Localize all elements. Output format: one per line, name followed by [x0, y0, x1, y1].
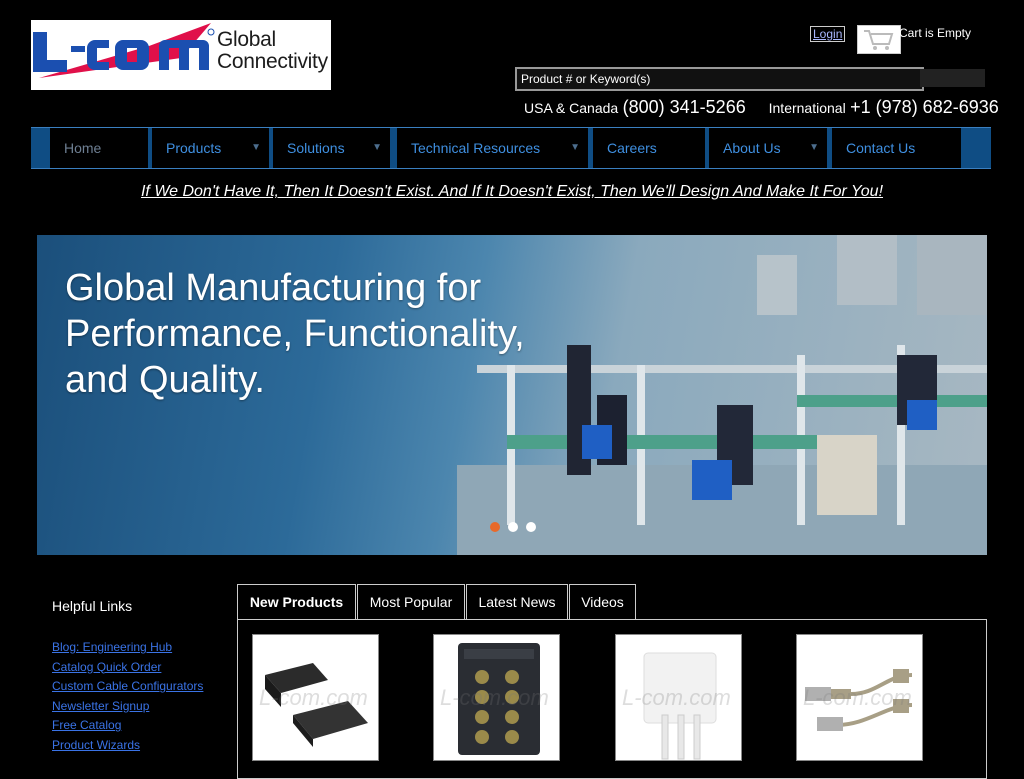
product-enclosure[interactable]: L-com.com	[252, 634, 379, 761]
nav-technical-resources-label: Technical Resources	[411, 140, 541, 156]
phone-numbers: USA & Canada (800) 341-5266 Internationa…	[524, 97, 999, 118]
nav-technical-resources[interactable]: Technical Resources ▼	[397, 128, 588, 168]
nav-contact-us[interactable]: Contact Us	[832, 128, 961, 168]
helpful-links-title: Helpful Links	[52, 598, 133, 614]
nav-careers[interactable]: Careers	[593, 128, 705, 168]
nav-solutions[interactable]: Solutions ▼	[273, 128, 390, 168]
list-item: Custom Cable Configurators	[52, 677, 203, 697]
usa-canada-label: USA & Canada	[524, 100, 619, 116]
hero-line-3: and Quality.	[65, 359, 265, 401]
tab-latest-news[interactable]: Latest News	[466, 584, 568, 620]
usa-phone[interactable]: (800) 341-5266	[623, 97, 746, 117]
site-logo[interactable]: Global Connectivity	[31, 20, 331, 90]
slide-dot-3[interactable]	[526, 522, 536, 532]
international-label: International	[768, 100, 846, 116]
tab-most-popular[interactable]: Most Popular	[357, 584, 465, 620]
link-custom-cable-configurators[interactable]: Custom Cable Configurators	[52, 679, 203, 693]
link-catalog-quick-order[interactable]: Catalog Quick Order	[52, 660, 161, 674]
login-link[interactable]: Login	[810, 26, 846, 42]
chevron-down-icon: ▼	[372, 142, 382, 153]
watermark: L-com.com	[259, 685, 368, 710]
list-item: Blog: Engineering Hub	[52, 638, 203, 658]
product-dvi-cable[interactable]: L-com.com	[796, 634, 923, 761]
search-button[interactable]	[920, 69, 985, 87]
product-industrial-switch[interactable]: L-com.com	[433, 634, 560, 761]
l-com-logo-mark	[33, 23, 215, 78]
logo-text-line1: Global	[217, 28, 276, 51]
watermark: L-com.com	[622, 685, 731, 710]
nav-about-us-label: About Us	[723, 140, 781, 156]
slide-dot-1[interactable]	[490, 522, 500, 532]
nav-products[interactable]: Products ▼	[152, 128, 269, 168]
hero-line-1: Global Manufacturing for	[65, 267, 482, 309]
main-nav: Home Products ▼ Solutions ▼ Technical Re…	[31, 127, 991, 169]
search-input[interactable]	[515, 67, 924, 91]
chevron-down-icon: ▼	[251, 142, 261, 153]
link-blog-engineering-hub[interactable]: Blog: Engineering Hub	[52, 640, 172, 654]
watermark: L-com.com	[803, 685, 912, 710]
list-item: Catalog Quick Order	[52, 658, 203, 678]
link-newsletter-signup[interactable]: Newsletter Signup	[52, 699, 149, 713]
logo-text-line2: Connectivity	[217, 50, 328, 73]
chevron-down-icon: ▼	[570, 142, 580, 153]
nav-careers-label: Careers	[607, 140, 657, 156]
chevron-down-icon: ▼	[809, 142, 819, 153]
hero-line-2: Performance, Functionality,	[65, 313, 525, 355]
list-item: Newsletter Signup	[52, 697, 203, 717]
product-access-point[interactable]: L-com.com	[615, 634, 742, 761]
helpful-links-list: Blog: Engineering Hub Catalog Quick Orde…	[52, 638, 203, 756]
hero-banner[interactable]: Global Manufacturing for Performance, Fu…	[37, 235, 987, 555]
nav-contact-us-label: Contact Us	[846, 140, 916, 156]
tab-new-products[interactable]: New Products	[237, 584, 356, 620]
nav-about-us[interactable]: About Us ▼	[709, 128, 827, 168]
link-product-wizards[interactable]: Product Wizards	[52, 738, 140, 752]
cart-status[interactable]: Cart is Empty	[899, 26, 971, 40]
link-free-catalog[interactable]: Free Catalog	[52, 718, 121, 732]
watermark: L-com.com	[440, 685, 549, 710]
international-phone[interactable]: +1 (978) 682-6936	[850, 97, 999, 117]
hero-headline: Global Manufacturing for Performance, Fu…	[65, 265, 525, 403]
tagline[interactable]: If We Don't Have It, Then It Doesn't Exi…	[0, 183, 1024, 201]
nav-solutions-label: Solutions	[287, 140, 345, 156]
nav-products-label: Products	[166, 140, 222, 156]
slide-dot-2[interactable]	[508, 522, 518, 532]
logo-tagline: Global Connectivity	[217, 29, 328, 73]
list-item: Free Catalog	[52, 716, 203, 736]
list-item: Product Wizards	[52, 736, 203, 756]
nav-home-label: Home	[64, 140, 102, 156]
tab-videos[interactable]: Videos	[569, 584, 636, 620]
nav-home[interactable]: Home	[50, 128, 148, 168]
shopping-cart-icon[interactable]	[857, 25, 901, 54]
